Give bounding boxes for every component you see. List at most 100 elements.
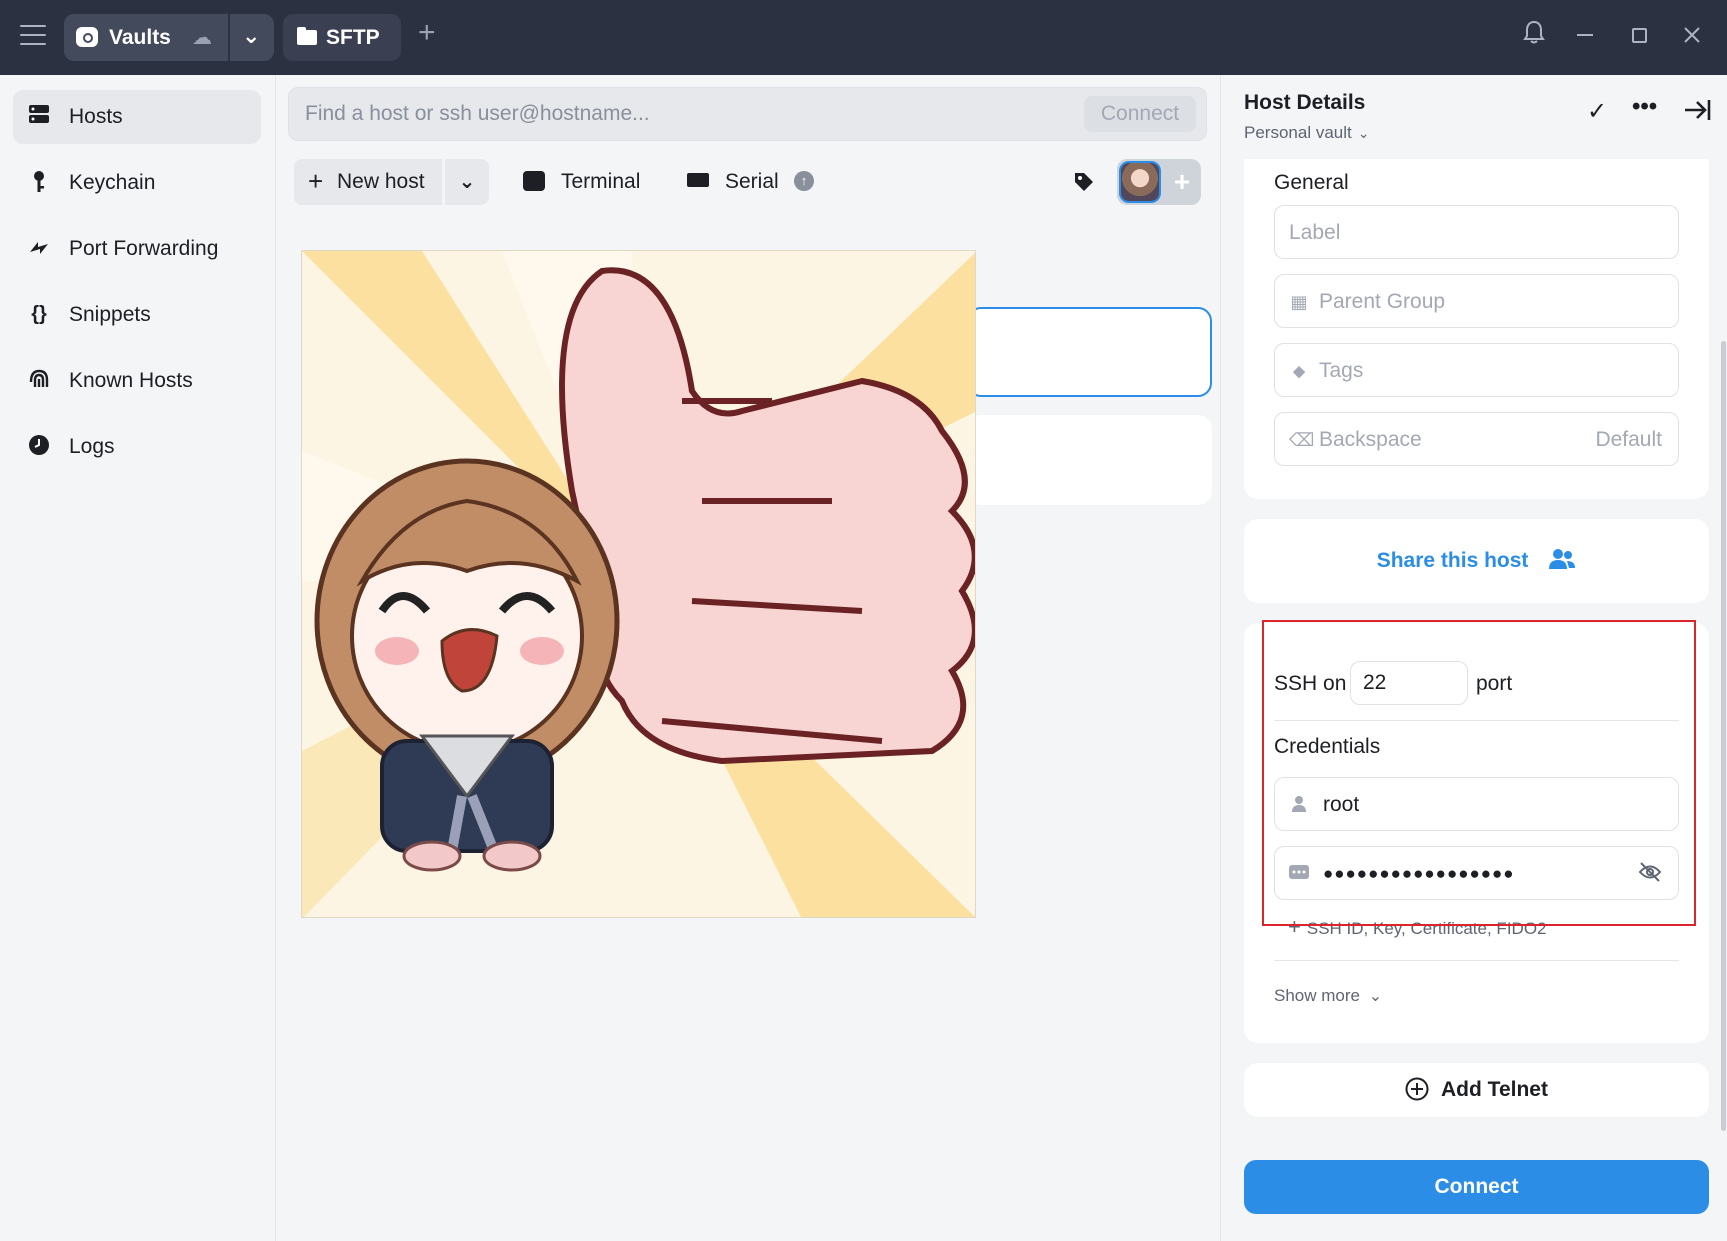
fingerprint-icon: [27, 368, 51, 392]
new-tab-icon[interactable]: +: [418, 18, 436, 48]
add-telnet-button[interactable]: Add Telnet: [1244, 1063, 1709, 1117]
plus-icon: +: [308, 166, 324, 196]
backspace-label: Backspace: [1319, 428, 1422, 451]
connect-button[interactable]: Connect: [1244, 1160, 1709, 1214]
search-input[interactable]: [305, 88, 1065, 140]
avatar[interactable]: [1119, 161, 1161, 203]
chevron-down-icon: ⌄: [1357, 125, 1370, 141]
telnet-card: Add Telnet: [1244, 1063, 1709, 1117]
tag-icon: ⬥: [1292, 361, 1306, 381]
sftp-tab-label: SFTP: [326, 26, 380, 49]
parent-group-field[interactable]: ▦ Parent Group: [1274, 274, 1679, 328]
share-host-label: Share this host: [1376, 549, 1529, 572]
sidebar-item-label: Port Forwarding: [69, 237, 219, 260]
panel-title: Host Details: [1244, 91, 1366, 114]
serial-icon: [687, 173, 709, 187]
sidebar-item-label: Logs: [69, 435, 115, 458]
eye-off-icon[interactable]: [1638, 861, 1662, 889]
sidebar-item-label: Hosts: [69, 105, 123, 128]
braces-icon: {}: [31, 303, 47, 325]
credentials-title: Credentials: [1274, 735, 1381, 758]
backspace-value: Default: [1595, 428, 1662, 451]
general-card: General Label ▦ Parent Group ⬥ Tags ⌫ Ba…: [1244, 159, 1709, 499]
sidebar-item-port-forwarding[interactable]: Port Forwarding: [13, 222, 261, 276]
host-card[interactable]: [967, 415, 1212, 505]
tag-icon[interactable]: [1073, 171, 1095, 193]
forward-icon: [27, 236, 51, 260]
add-telnet-label: Add Telnet: [1441, 1078, 1548, 1101]
close-icon[interactable]: [1683, 24, 1701, 50]
vault-selector-label: Personal vault: [1244, 123, 1352, 142]
username-value: root: [1323, 793, 1360, 816]
menu-icon[interactable]: [20, 25, 46, 49]
more-icon[interactable]: •••: [1632, 93, 1657, 121]
vaults-tab[interactable]: Vaults ☁ ⌄: [64, 14, 274, 61]
sidebar-item-known-hosts[interactable]: Known Hosts: [13, 354, 261, 408]
host-card[interactable]: [967, 307, 1212, 397]
ssh-card: SSH on 22 port Credentials root ●●●●●●●●…: [1244, 623, 1709, 1043]
panel-scrollbar[interactable]: [1721, 341, 1726, 1131]
hosts-view: Connect + New host ⌄ Terminal Serial ↑ +: [277, 75, 1220, 1241]
backspace-icon: ⌫: [1289, 430, 1315, 450]
folder-icon: [297, 27, 317, 45]
general-title: General: [1274, 171, 1349, 194]
vault-icon: [76, 27, 98, 47]
username-field[interactable]: root: [1274, 777, 1679, 831]
show-more-button[interactable]: Show more ⌄: [1274, 986, 1382, 1006]
share-host-button[interactable]: Share this host: [1244, 519, 1709, 603]
sidebar-item-label: Keychain: [69, 171, 156, 194]
title-bar: Vaults ☁ ⌄ SFTP +: [0, 0, 1727, 75]
upgrade-icon[interactable]: ↑: [794, 171, 814, 191]
add-key-button[interactable]: + SSH ID, Key, Certificate, FIDO2: [1288, 914, 1547, 940]
chevron-down-icon[interactable]: ⌄: [242, 23, 260, 49]
serial-label: Serial: [725, 170, 779, 193]
save-check-icon[interactable]: ✓: [1587, 97, 1607, 126]
label-placeholder: Label: [1289, 221, 1341, 244]
ssh-on-label: SSH on: [1274, 672, 1347, 695]
show-more-label: Show more: [1274, 986, 1360, 1005]
sidebar-item-keychain[interactable]: Keychain: [13, 156, 261, 210]
new-host-button[interactable]: + New host: [294, 159, 442, 205]
sidebar-item-hosts[interactable]: Hosts: [13, 90, 261, 144]
group-icon: ▦: [1290, 292, 1308, 312]
vault-selector[interactable]: Personal vault ⌄: [1244, 123, 1369, 143]
tags-placeholder: Tags: [1319, 359, 1364, 382]
label-field[interactable]: Label: [1274, 205, 1679, 259]
sidebar-item-label: Known Hosts: [69, 369, 193, 392]
cloud-off-icon: ☁: [192, 27, 212, 49]
backspace-field[interactable]: ⌫ Backspace Default: [1274, 412, 1679, 466]
add-key-label: SSH ID, Key, Certificate, FIDO2: [1306, 919, 1547, 938]
host-details-panel: Host Details Personal vault ⌄ ✓ ••• Gener…: [1220, 75, 1727, 1241]
new-host-dropdown-icon[interactable]: ⌄: [445, 159, 489, 205]
add-circle-icon: [1405, 1068, 1429, 1122]
server-icon: [27, 104, 51, 128]
users-icon: [1548, 523, 1576, 607]
search-bar: Connect: [288, 87, 1207, 141]
parent-group-placeholder: Parent Group: [1319, 290, 1446, 313]
port-input[interactable]: 22: [1350, 661, 1468, 705]
sidebar: Hosts Keychain Port Forwarding {} Snippe…: [0, 75, 276, 1241]
bell-icon[interactable]: [1523, 20, 1545, 50]
tags-field[interactable]: ⬥ Tags: [1274, 343, 1679, 397]
password-icon: [1289, 864, 1309, 884]
sidebar-item-snippets[interactable]: {} Snippets: [13, 288, 261, 342]
minimize-icon[interactable]: [1577, 34, 1593, 36]
port-label: port: [1476, 672, 1513, 695]
collapse-panel-icon[interactable]: [1683, 99, 1711, 128]
terminal-icon: [523, 171, 545, 191]
new-host-label: New host: [337, 170, 425, 193]
maximize-icon[interactable]: [1632, 28, 1647, 43]
sticker-image: [301, 250, 976, 918]
plus-icon: +: [1288, 914, 1301, 939]
add-member-icon[interactable]: +: [1167, 166, 1197, 198]
clock-icon: [27, 434, 51, 458]
password-value: ●●●●●●●●●●●●●●●●●: [1323, 864, 1515, 883]
panel-header: Host Details Personal vault ⌄ ✓ •••: [1221, 75, 1727, 159]
user-icon: [1289, 795, 1309, 815]
search-connect-button[interactable]: Connect: [1084, 96, 1196, 132]
sidebar-item-label: Snippets: [69, 303, 151, 326]
sidebar-item-logs[interactable]: Logs: [13, 420, 261, 474]
team-avatars[interactable]: +: [1117, 159, 1201, 205]
sftp-tab[interactable]: SFTP: [283, 14, 401, 61]
password-field[interactable]: ●●●●●●●●●●●●●●●●●: [1274, 846, 1679, 900]
